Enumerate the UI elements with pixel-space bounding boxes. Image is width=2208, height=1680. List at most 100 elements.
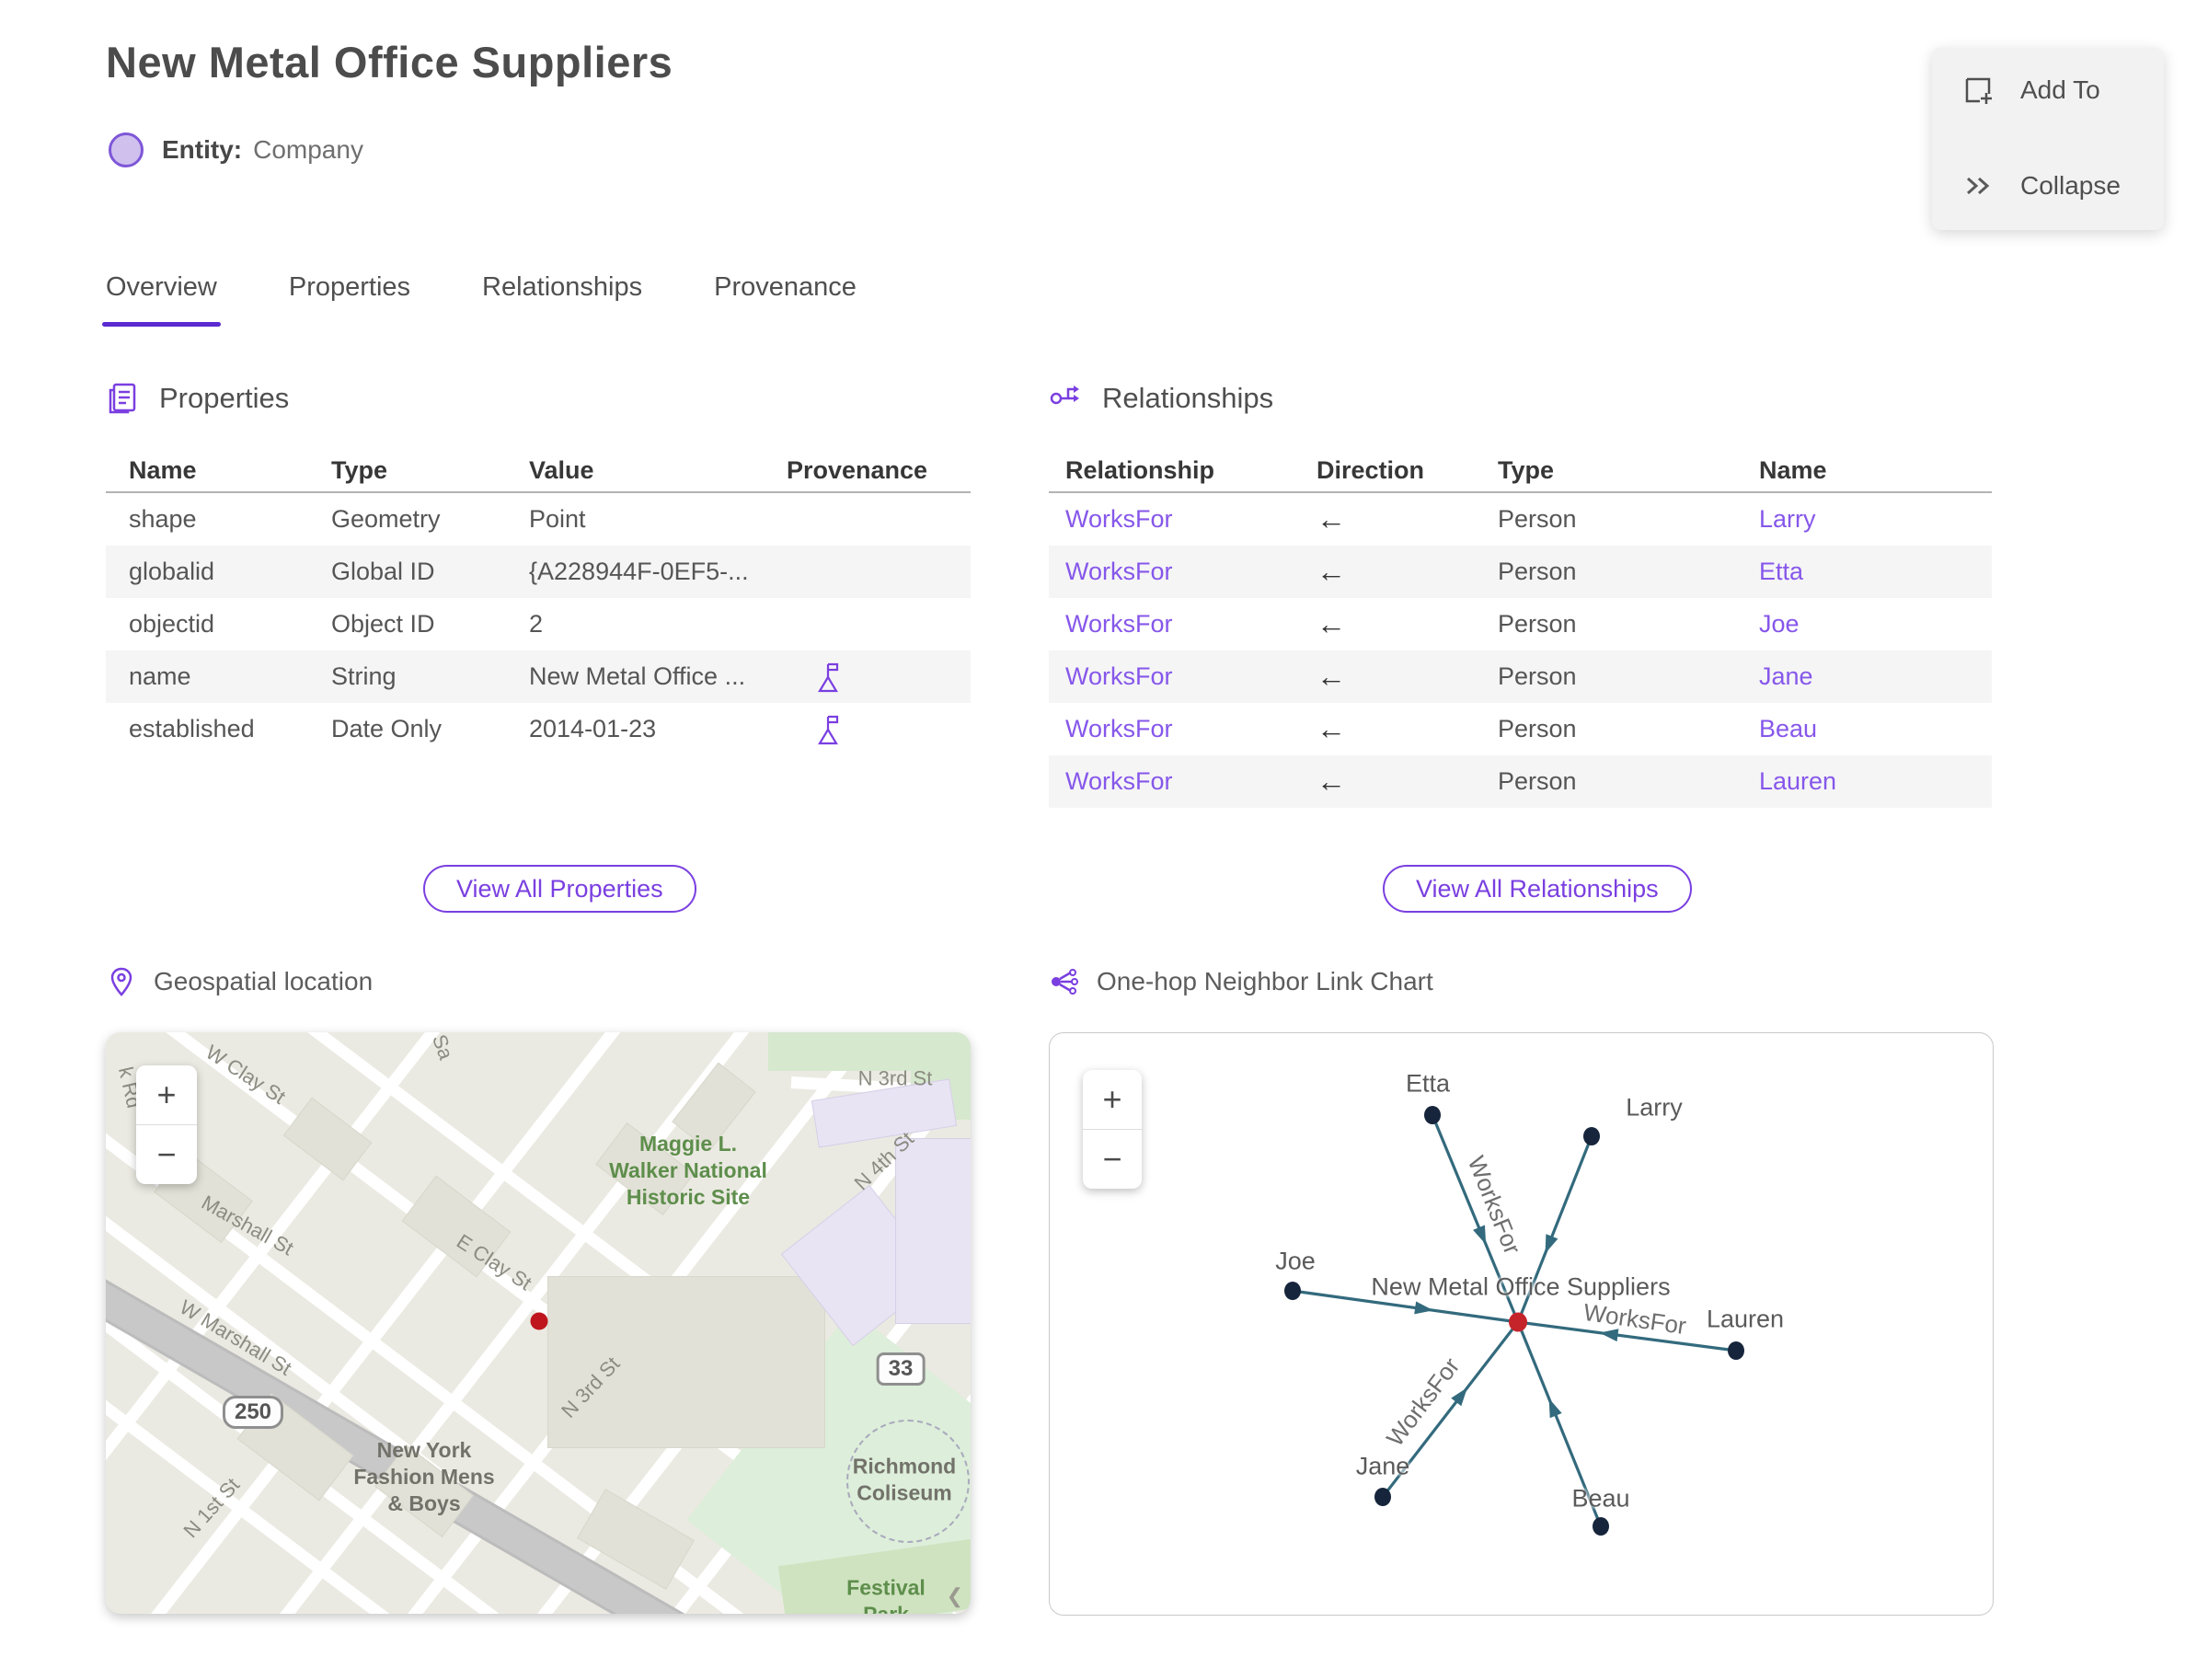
property-row: objectid Object ID 2 [106,598,971,650]
properties-table: Name Type Value Provenance shape Geometry… [106,449,971,755]
tab-provenance[interactable]: Provenance [714,272,857,327]
property-provenance-cell[interactable] [787,713,994,746]
related-entity-link[interactable]: Jane [1759,662,2008,691]
property-provenance-cell[interactable] [787,661,994,694]
chart-node-jane[interactable] [1374,1488,1391,1506]
link-chart-icon [1052,969,1078,995]
relationships-icon [1050,385,1079,405]
map-label-w-clay: W Clay St [201,1040,290,1109]
chart-node-label-larry: Larry [1626,1093,1683,1122]
geospatial-section-header: Geospatial location [106,966,373,997]
related-entity-link[interactable]: Beau [1759,715,2008,743]
related-entity-link[interactable]: Larry [1759,505,2008,534]
tab-bar: Overview Properties Relationships Proven… [102,272,857,327]
col-type: Type [1498,455,1555,484]
relationship-link[interactable]: WorksFor [1065,610,1317,639]
chart-node-label-beau: Beau [1571,1484,1630,1513]
col-provenance: Provenance [787,455,928,484]
map-zoom-out-button[interactable]: − [136,1124,197,1184]
chart-node-beau[interactable] [1593,1517,1609,1536]
relationship-link[interactable]: WorksFor [1065,715,1317,743]
direction-arrow: ← [1317,660,1346,693]
view-all-relationships-button[interactable]: View All Relationships [1383,865,1692,913]
property-row: shape Geometry Point [106,493,971,546]
relationships-table: Relationship Direction Type Name WorksFo… [1049,449,1992,808]
relationship-link[interactable]: WorksFor [1065,505,1317,534]
col-name: Name [1759,455,1827,484]
entity-type-value: Company [253,135,363,164]
chart-node-label-lauren: Lauren [1706,1305,1785,1333]
route-250-shield: 250 [222,1396,284,1429]
relationship-link[interactable]: WorksFor [1065,558,1317,586]
direction-arrow: ← [1317,607,1346,640]
link-chart[interactable]: Etta Larry Joe Lauren Jane Beau New Metal Offi… [1049,1032,1994,1616]
chart-node-etta[interactable] [1424,1106,1441,1124]
relationships-section-header: Relationships [1049,381,1273,416]
one-hop-section-header: One-hop Neighbor Link Chart [1049,966,1433,997]
map-pin-icon [110,967,132,996]
add-to-label: Add To [2020,75,2100,104]
tab-relationships[interactable]: Relationships [482,272,642,327]
properties-section-title: Properties [159,382,290,414]
col-direction: Direction [1317,455,1425,484]
relationship-row: WorksFor ← Person Etta [1049,546,1992,598]
property-type: Geometry [331,505,441,533]
chart-zoom-out-button[interactable]: − [1083,1129,1142,1189]
related-entity-link[interactable]: Etta [1759,558,2008,586]
relationship-link[interactable]: WorksFor [1065,662,1317,691]
property-value: 2014-01-23 [529,715,657,742]
collapse-label: Collapse [2020,171,2121,200]
provenance-flag-icon [818,662,839,692]
related-entity-type: Person [1498,558,1577,585]
collapse-button[interactable]: Collapse [1961,169,2121,202]
map-label-richmond: Richmond Coliseum [852,1454,957,1504]
view-all-properties-button[interactable]: View All Properties [423,865,696,913]
chart-node-lauren[interactable] [1728,1341,1744,1360]
chart-zoom-in-button[interactable]: + [1083,1070,1142,1129]
entity-row: Entity: Company [109,132,363,167]
property-name: shape [129,505,197,533]
map-label-maggie: Maggie L. Walker National Historic Site [609,1131,767,1209]
property-value: {A228944F-0EF5-... [529,558,749,585]
map-zoom-control: + − [136,1065,197,1184]
map[interactable]: 33 250 k Rd Sa W Clay St N 3rd St Maggie L. … [106,1032,971,1614]
provenance-flag-icon [818,715,839,744]
chart-edge-arrowhead [1545,1234,1558,1254]
properties-section-header: Properties [106,381,289,416]
property-row: globalid Global ID {A228944F-0EF5-... [106,546,971,598]
chart-node-center[interactable] [1509,1312,1527,1332]
entity-detail-page: New Metal Office Suppliers Entity: Compa… [0,0,2208,1680]
col-name: Name [129,455,197,484]
related-entity-link[interactable]: Lauren [1759,767,2008,796]
relationships-table-header: Relationship Direction Type Name [1049,449,1992,493]
chart-center-label: New Metal Office Suppliers [1371,1272,1671,1301]
relationship-row: WorksFor ← Person Larry [1049,493,1992,546]
property-type: Date Only [331,715,443,742]
map-area [895,1138,971,1324]
chart-node-joe[interactable] [1284,1282,1301,1300]
tab-overview[interactable]: Overview [102,272,221,327]
map-building [547,1276,825,1448]
add-to-button[interactable]: Add To [1961,74,2100,107]
col-relationship: Relationship [1065,455,1215,484]
col-type: Type [331,455,388,484]
related-entity-link[interactable]: Joe [1759,610,2008,639]
chart-node-larry[interactable] [1583,1127,1600,1145]
map-zoom-in-button[interactable]: + [136,1065,197,1124]
property-name: established [129,715,255,742]
property-name: globalid [129,558,215,585]
direction-arrow: ← [1317,765,1346,798]
tab-properties[interactable]: Properties [289,272,410,327]
property-name: name [129,662,191,690]
chart-node-label-joe: Joe [1275,1247,1316,1275]
actions-panel: Add To Collapse [1932,48,2164,230]
properties-table-header: Name Type Value Provenance [106,449,971,493]
map-label-sa: Sa [427,1032,458,1063]
map-attribution-toggle[interactable]: ❮ [947,1584,963,1608]
property-type: Object ID [331,610,435,638]
relationship-link[interactable]: WorksFor [1065,767,1317,796]
entity-location-marker[interactable] [530,1312,548,1330]
chart-node-label-etta: Etta [1405,1069,1451,1098]
property-value: 2 [529,610,544,638]
related-entity-type: Person [1498,767,1577,795]
